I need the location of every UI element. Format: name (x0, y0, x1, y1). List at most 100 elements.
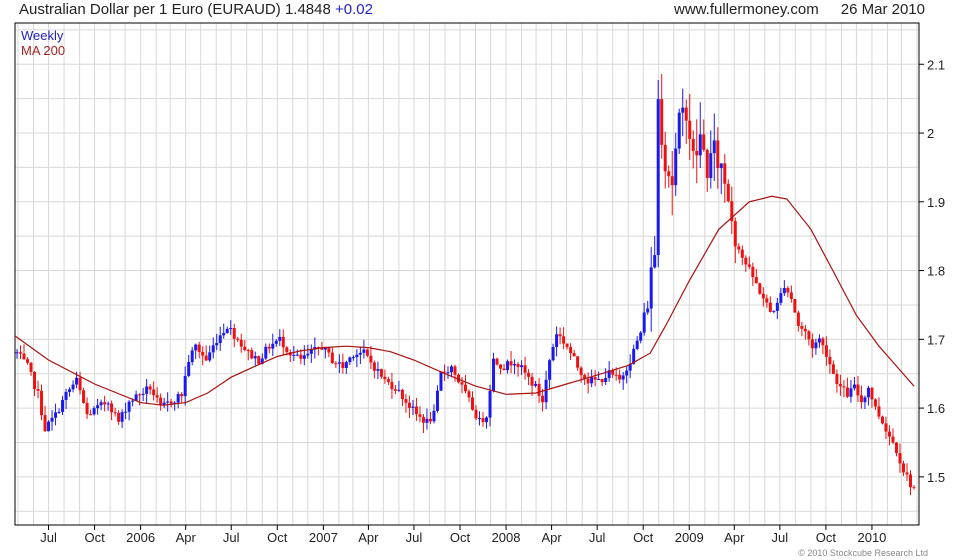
candle-body (663, 144, 667, 172)
candle-body (726, 183, 730, 202)
legend-item-weekly: Weekly (21, 28, 64, 43)
candle-body (744, 257, 748, 265)
copyright-notice: © 2010 Stockcube Research Ltd (798, 548, 928, 558)
candle-body (884, 423, 888, 432)
x-tick-label: 2007 (309, 530, 338, 545)
candle-body (176, 394, 180, 403)
candle-body (667, 171, 671, 177)
chart-legend: WeeklyMA 200 (21, 28, 65, 58)
candle-body (523, 365, 527, 373)
candle-body (351, 357, 355, 359)
candle-body (449, 366, 453, 373)
candle-body (418, 414, 422, 417)
candle-body (775, 302, 779, 311)
candle-body (386, 379, 390, 382)
candle-body (782, 288, 786, 294)
candle-body (400, 389, 404, 400)
candle-body (614, 374, 618, 376)
candle-body (873, 399, 877, 407)
candle-body (131, 400, 135, 402)
candle-body (912, 487, 916, 489)
x-tick-label: 2006 (126, 530, 155, 545)
candle-body (796, 312, 800, 326)
candle-body (71, 384, 75, 390)
candle-body (810, 339, 814, 349)
candle-body (162, 402, 166, 405)
candle-body (838, 384, 842, 387)
candle-body (691, 138, 695, 151)
candle-body (274, 340, 278, 344)
candle-body (705, 149, 709, 178)
x-tick-label: 2010 (857, 530, 886, 545)
candle-body (208, 352, 212, 361)
candle-body (824, 345, 828, 357)
candle-body (866, 387, 870, 398)
candle-body (590, 377, 594, 384)
x-tick-label: Apr (358, 530, 379, 545)
candle-body (593, 377, 597, 380)
candle-body (169, 401, 173, 404)
candle-body (344, 362, 348, 368)
candle-body (891, 436, 895, 443)
candle-body (471, 397, 475, 410)
candle-body (786, 288, 790, 293)
candle-body (600, 379, 604, 383)
candle-body (555, 334, 559, 348)
candle-body (513, 364, 517, 366)
candle-body (870, 387, 874, 400)
candle-body (432, 410, 436, 422)
candle-body (89, 414, 93, 416)
candle-body (880, 416, 884, 424)
candle-body (597, 379, 601, 381)
legend-item-ma-200: MA 200 (21, 43, 65, 58)
candle-body (733, 221, 737, 247)
candle-body (376, 369, 380, 371)
candle-body (103, 402, 107, 405)
x-tick-label: Apr (541, 530, 562, 545)
candle-body (576, 356, 580, 368)
candle-body (15, 352, 19, 354)
candle-body (485, 417, 489, 423)
price-chart: Jul Oct 2006 Apr Jul Oct 2007 Apr Jul Oct 2008 Apr J… (14, 22, 945, 545)
candle-body (625, 370, 629, 376)
candle-body (758, 283, 762, 294)
candle-body (572, 353, 576, 357)
candle-body (428, 418, 432, 422)
candle-body (285, 347, 289, 353)
candle-body (40, 390, 44, 416)
chart-grid (15, 23, 919, 525)
candle-body (68, 389, 72, 392)
candle-body (337, 362, 341, 364)
candle-body (649, 267, 653, 309)
candle-body (152, 389, 156, 396)
candle-body (22, 353, 26, 360)
candle-body (828, 356, 832, 365)
candle-body (411, 406, 415, 408)
candle-body (509, 361, 513, 366)
candle-body (369, 355, 373, 363)
candle-body (768, 302, 772, 312)
candle-body (894, 442, 898, 454)
candle-body (404, 399, 408, 403)
candle-body (201, 351, 205, 356)
candle-body (166, 401, 170, 403)
candle-body (218, 335, 222, 344)
y-tick-label: 2 (927, 126, 934, 141)
candle-body (852, 384, 856, 389)
x-tick-label: Oct (267, 530, 288, 545)
candle-body (278, 336, 282, 341)
candle-body (155, 395, 159, 398)
x-axis: Jul Oct 2006 Apr Jul Oct 2007 Apr Jul Oct 2008 Apr J… (40, 525, 886, 545)
candle-body (194, 344, 198, 351)
candle-body (180, 394, 184, 397)
candle-body (723, 163, 727, 184)
candle-body (646, 308, 650, 313)
candle-body (236, 338, 240, 340)
candle-body (586, 378, 590, 384)
candle-body (565, 343, 569, 347)
candle-body (712, 140, 716, 154)
candle-body (488, 391, 492, 418)
candle-body (702, 134, 706, 150)
candle-body (36, 389, 40, 391)
candle-body (877, 406, 881, 417)
